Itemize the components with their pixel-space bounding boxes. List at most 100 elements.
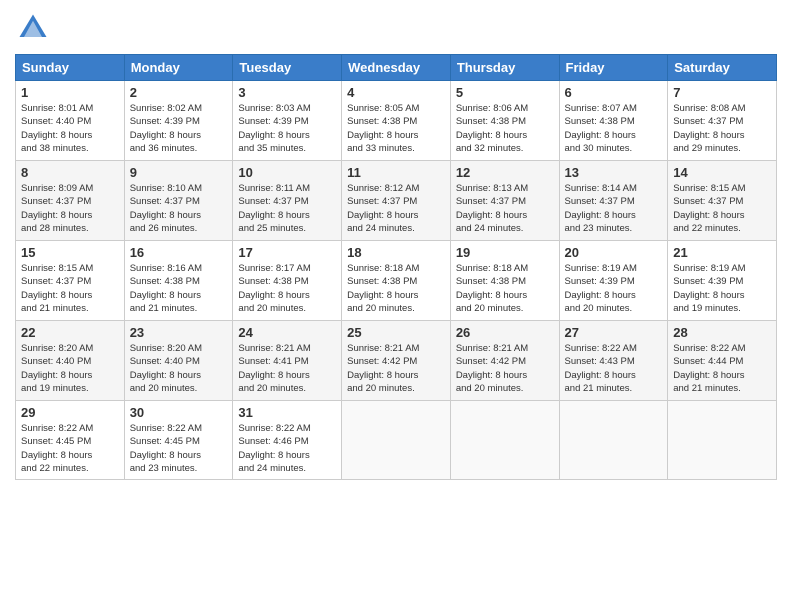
calendar-cell: 1 Sunrise: 8:01 AMSunset: 4:40 PMDaylight…: [16, 81, 125, 161]
day-number: 28: [673, 325, 771, 340]
col-header-saturday: Saturday: [668, 55, 777, 81]
calendar-cell: 11 Sunrise: 8:12 AMSunset: 4:37 PMDayligh…: [342, 161, 451, 241]
day-info: Sunrise: 8:06 AMSunset: 4:38 PMDaylight:…: [456, 102, 554, 155]
day-info: Sunrise: 8:01 AMSunset: 4:40 PMDaylight:…: [21, 102, 119, 155]
calendar-cell: 20 Sunrise: 8:19 AMSunset: 4:39 PMDayligh…: [559, 241, 668, 321]
col-header-friday: Friday: [559, 55, 668, 81]
day-info: Sunrise: 8:19 AMSunset: 4:39 PMDaylight:…: [565, 262, 663, 315]
calendar-cell: 8 Sunrise: 8:09 AMSunset: 4:37 PMDaylight…: [16, 161, 125, 241]
day-number: 9: [130, 165, 228, 180]
day-info: Sunrise: 8:22 AMSunset: 4:46 PMDaylight:…: [238, 422, 336, 475]
calendar-cell: 26Sunrise: 8:21 AMSunset: 4:42 PMDayligh…: [450, 321, 559, 401]
calendar-cell: [342, 401, 451, 480]
day-info: Sunrise: 8:08 AMSunset: 4:37 PMDaylight:…: [673, 102, 771, 155]
col-header-tuesday: Tuesday: [233, 55, 342, 81]
day-number: 18: [347, 245, 445, 260]
day-number: 7: [673, 85, 771, 100]
col-header-sunday: Sunday: [16, 55, 125, 81]
logo: [15, 10, 55, 46]
day-info: Sunrise: 8:20 AMSunset: 4:40 PMDaylight:…: [130, 342, 228, 395]
calendar-cell: 27 Sunrise: 8:22 AMSunset: 4:43 PMDayligh…: [559, 321, 668, 401]
calendar-cell: 19 Sunrise: 8:18 AMSunset: 4:38 PMDayligh…: [450, 241, 559, 321]
day-info: Sunrise: 8:02 AMSunset: 4:39 PMDaylight:…: [130, 102, 228, 155]
calendar-cell: 23 Sunrise: 8:20 AMSunset: 4:40 PMDayligh…: [124, 321, 233, 401]
day-info: Sunrise: 8:19 AMSunset: 4:39 PMDaylight:…: [673, 262, 771, 315]
day-info: Sunrise: 8:13 AMSunset: 4:37 PMDaylight:…: [456, 182, 554, 235]
day-number: 20: [565, 245, 663, 260]
day-info: Sunrise: 8:22 AMSunset: 4:45 PMDaylight:…: [130, 422, 228, 475]
day-info: Sunrise: 8:12 AMSunset: 4:37 PMDaylight:…: [347, 182, 445, 235]
day-number: 16: [130, 245, 228, 260]
calendar-cell: 10 Sunrise: 8:11 AMSunset: 4:37 PMDayligh…: [233, 161, 342, 241]
day-number: 1: [21, 85, 119, 100]
day-number: 2: [130, 85, 228, 100]
col-header-monday: Monday: [124, 55, 233, 81]
calendar-cell: 29 Sunrise: 8:22 AMSunset: 4:45 PMDayligh…: [16, 401, 125, 480]
col-header-thursday: Thursday: [450, 55, 559, 81]
day-number: 10: [238, 165, 336, 180]
day-number: 12: [456, 165, 554, 180]
calendar-cell: [450, 401, 559, 480]
col-header-wednesday: Wednesday: [342, 55, 451, 81]
day-number: 8: [21, 165, 119, 180]
day-number: 27: [565, 325, 663, 340]
calendar-cell: 30Sunrise: 8:22 AMSunset: 4:45 PMDayligh…: [124, 401, 233, 480]
day-number: 23: [130, 325, 228, 340]
day-info: Sunrise: 8:22 AMSunset: 4:44 PMDaylight:…: [673, 342, 771, 395]
calendar-cell: 17 Sunrise: 8:17 AMSunset: 4:38 PMDayligh…: [233, 241, 342, 321]
day-info: Sunrise: 8:15 AMSunset: 4:37 PMDaylight:…: [21, 262, 119, 315]
day-number: 29: [21, 405, 119, 420]
calendar-cell: 4 Sunrise: 8:05 AMSunset: 4:38 PMDaylight…: [342, 81, 451, 161]
day-number: 25: [347, 325, 445, 340]
calendar-cell: 2 Sunrise: 8:02 AMSunset: 4:39 PMDaylight…: [124, 81, 233, 161]
calendar-cell: 18 Sunrise: 8:18 AMSunset: 4:38 PMDayligh…: [342, 241, 451, 321]
day-number: 11: [347, 165, 445, 180]
calendar-cell: [668, 401, 777, 480]
calendar: SundayMondayTuesdayWednesdayThursdayFrid…: [15, 54, 777, 480]
day-info: Sunrise: 8:07 AMSunset: 4:38 PMDaylight:…: [565, 102, 663, 155]
day-number: 21: [673, 245, 771, 260]
day-number: 26: [456, 325, 554, 340]
day-info: Sunrise: 8:22 AMSunset: 4:43 PMDaylight:…: [565, 342, 663, 395]
header-row: SundayMondayTuesdayWednesdayThursdayFrid…: [16, 55, 777, 81]
day-number: 22: [21, 325, 119, 340]
day-info: Sunrise: 8:18 AMSunset: 4:38 PMDaylight:…: [456, 262, 554, 315]
day-number: 14: [673, 165, 771, 180]
calendar-cell: [559, 401, 668, 480]
day-number: 5: [456, 85, 554, 100]
day-info: Sunrise: 8:16 AMSunset: 4:38 PMDaylight:…: [130, 262, 228, 315]
day-info: Sunrise: 8:22 AMSunset: 4:45 PMDaylight:…: [21, 422, 119, 475]
day-number: 6: [565, 85, 663, 100]
logo-icon: [15, 10, 51, 46]
day-number: 4: [347, 85, 445, 100]
day-info: Sunrise: 8:05 AMSunset: 4:38 PMDaylight:…: [347, 102, 445, 155]
day-info: Sunrise: 8:14 AMSunset: 4:37 PMDaylight:…: [565, 182, 663, 235]
day-info: Sunrise: 8:15 AMSunset: 4:37 PMDaylight:…: [673, 182, 771, 235]
day-info: Sunrise: 8:10 AMSunset: 4:37 PMDaylight:…: [130, 182, 228, 235]
calendar-cell: 25 Sunrise: 8:21 AMSunset: 4:42 PMDayligh…: [342, 321, 451, 401]
calendar-cell: 7 Sunrise: 8:08 AMSunset: 4:37 PMDaylight…: [668, 81, 777, 161]
day-number: 17: [238, 245, 336, 260]
day-info: Sunrise: 8:18 AMSunset: 4:38 PMDaylight:…: [347, 262, 445, 315]
day-info: Sunrise: 8:09 AMSunset: 4:37 PMDaylight:…: [21, 182, 119, 235]
day-info: Sunrise: 8:11 AMSunset: 4:37 PMDaylight:…: [238, 182, 336, 235]
calendar-cell: 21 Sunrise: 8:19 AMSunset: 4:39 PMDayligh…: [668, 241, 777, 321]
day-number: 3: [238, 85, 336, 100]
calendar-cell: 9 Sunrise: 8:10 AMSunset: 4:37 PMDaylight…: [124, 161, 233, 241]
calendar-cell: 16 Sunrise: 8:16 AMSunset: 4:38 PMDayligh…: [124, 241, 233, 321]
header: [15, 10, 777, 46]
calendar-cell: 22Sunrise: 8:20 AMSunset: 4:40 PMDayligh…: [16, 321, 125, 401]
day-info: Sunrise: 8:21 AMSunset: 4:42 PMDaylight:…: [347, 342, 445, 395]
day-number: 19: [456, 245, 554, 260]
day-number: 31: [238, 405, 336, 420]
day-number: 13: [565, 165, 663, 180]
page: SundayMondayTuesdayWednesdayThursdayFrid…: [0, 0, 792, 612]
calendar-cell: 3Sunrise: 8:03 AMSunset: 4:39 PMDaylight…: [233, 81, 342, 161]
calendar-cell: 5 Sunrise: 8:06 AMSunset: 4:38 PMDaylight…: [450, 81, 559, 161]
calendar-cell: 24Sunrise: 8:21 AMSunset: 4:41 PMDayligh…: [233, 321, 342, 401]
calendar-cell: 13 Sunrise: 8:14 AMSunset: 4:37 PMDayligh…: [559, 161, 668, 241]
calendar-cell: 15Sunrise: 8:15 AMSunset: 4:37 PMDayligh…: [16, 241, 125, 321]
day-info: Sunrise: 8:17 AMSunset: 4:38 PMDaylight:…: [238, 262, 336, 315]
calendar-cell: 14 Sunrise: 8:15 AMSunset: 4:37 PMDayligh…: [668, 161, 777, 241]
calendar-cell: 31 Sunrise: 8:22 AMSunset: 4:46 PMDayligh…: [233, 401, 342, 480]
